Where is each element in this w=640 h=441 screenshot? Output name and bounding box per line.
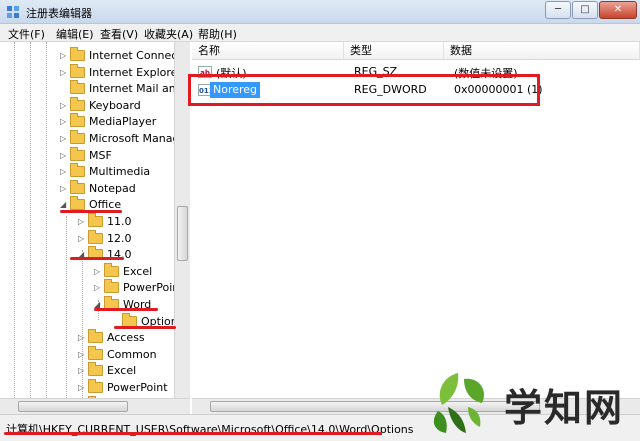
tree-item-label: Excel [123, 264, 153, 278]
tree-item-label: Internet Explorer [89, 65, 182, 79]
folder-icon [70, 196, 85, 211]
tree-item-label: Internet Mail and [89, 82, 183, 96]
tree-item-label: 11.0 [107, 215, 132, 228]
value-type: REG_DWORD [354, 83, 427, 96]
expand-arrow-icon[interactable]: ▷ [78, 366, 86, 375]
tree-item-label: Word [123, 298, 152, 311]
tree-item-label: 14.0 [107, 248, 132, 262]
expand-arrow-icon[interactable]: ▷ [60, 151, 68, 160]
folder-icon [88, 345, 103, 360]
tree-scroll-thumb[interactable] [177, 206, 188, 261]
maximize-button[interactable]: □ [572, 1, 598, 19]
folder-icon [88, 329, 103, 344]
folder-icon [70, 113, 85, 128]
value-row[interactable]: ab (默认) REG_SZ (数值未设置) [192, 63, 640, 81]
close-button[interactable]: ✕ [599, 1, 637, 19]
folder-icon [70, 47, 85, 61]
menu-favorites[interactable]: 收藏夹(A) [144, 26, 193, 42]
folder-icon [104, 296, 119, 310]
folder-icon [88, 379, 103, 393]
value-row[interactable]: 011 Norereg REG_DWORD 0x00000001 (1) [192, 81, 640, 99]
column-header-data[interactable]: 数据 [444, 42, 640, 60]
expand-arrow-icon[interactable]: ▷ [60, 51, 68, 60]
tree-item-label: MSF [89, 148, 112, 162]
menu-help[interactable]: 帮助(H) [198, 26, 237, 42]
folder-icon [70, 146, 85, 161]
expand-arrow-icon[interactable]: ▷ [60, 167, 68, 176]
column-header-type[interactable]: 类型 [344, 42, 444, 60]
tree-item-label: Keyboard [89, 98, 141, 112]
leaf-logo-icon [433, 373, 484, 433]
string-value-icon: ab [198, 66, 212, 78]
value-data: (数值未设置) [454, 67, 518, 80]
tree-item-label: Access [107, 331, 145, 345]
menu-edit[interactable]: 编辑(E) [56, 26, 94, 42]
tree-item-label: Office [89, 198, 122, 212]
folder-icon [70, 96, 85, 111]
registry-tree[interactable]: ▷ Internet Connectio ▷ Internet Explorer Int… [0, 42, 190, 414]
expand-arrow-icon[interactable]: ▷ [94, 283, 102, 292]
tree-item-label: Microsoft Manag [89, 132, 180, 145]
tree-horizontal-scrollbar[interactable] [0, 398, 190, 414]
folder-icon [104, 279, 119, 294]
expand-arrow-icon[interactable]: ▷ [60, 184, 68, 193]
menu-file[interactable]: 文件(F) [8, 26, 45, 42]
value-data: 0x00000001 (1) [454, 83, 543, 96]
tree-guide [46, 42, 47, 398]
menu-view[interactable]: 查看(V) [100, 26, 138, 42]
tree-item-label: Multimedia [89, 165, 151, 179]
folder-icon [88, 213, 103, 227]
tree-guide [14, 42, 15, 398]
folder-icon [104, 262, 119, 277]
value-type: REG_SZ [354, 65, 398, 78]
tree-guide [66, 216, 67, 398]
watermark: 学知网 [420, 365, 640, 437]
tree-item-label: Excel [107, 364, 137, 378]
folder-icon [88, 229, 103, 244]
folder-icon [70, 63, 85, 78]
menu-bar: 文件(F) 编辑(E) 查看(V) 收藏夹(A) 帮助(H) [0, 24, 640, 42]
expand-arrow-icon[interactable]: ▷ [78, 383, 86, 392]
folder-icon [70, 130, 85, 144]
tree-vertical-scrollbar[interactable] [174, 42, 190, 398]
window-title: 注册表编辑器 [26, 7, 92, 20]
title-bar: 注册表编辑器 ─ □ ✕ [0, 0, 640, 24]
expand-arrow-icon[interactable]: ▷ [78, 217, 86, 226]
folder-icon [88, 246, 103, 261]
expand-arrow-icon[interactable]: ▷ [78, 234, 86, 243]
collapse-arrow-icon[interactable]: ◢ [78, 250, 86, 259]
tree-item-label: PowerPoint [107, 381, 168, 394]
folder-icon [88, 362, 103, 377]
folder-icon [70, 163, 85, 178]
collapse-arrow-icon[interactable]: ◢ [94, 300, 102, 309]
tree-item-label: MediaPlayer [89, 115, 157, 129]
values-list[interactable]: 名称 类型 数据 ab (默认) REG_SZ (数值未设置) 011 Nore… [192, 42, 640, 398]
tree-item-label: 12.0 [107, 231, 132, 245]
tree-item-label: Common [107, 347, 157, 361]
value-name-selected[interactable]: Norereg [210, 82, 261, 98]
value-name: (默认) [216, 67, 247, 80]
tree-guide [82, 250, 83, 398]
collapse-arrow-icon[interactable]: ◢ [60, 200, 68, 209]
expand-arrow-icon[interactable]: ▷ [94, 267, 102, 276]
expand-arrow-icon[interactable]: ▷ [60, 101, 68, 110]
folder-icon [70, 179, 85, 194]
minimize-button[interactable]: ─ [545, 1, 571, 19]
expand-arrow-icon[interactable]: ▷ [78, 333, 86, 342]
folder-icon [122, 312, 137, 327]
column-header-name[interactable]: 名称 [192, 42, 344, 60]
status-path: 计算机\HKEY_CURRENT_USER\Software\Microsoft… [6, 423, 414, 436]
tree-item-label: Notepad [89, 181, 136, 195]
expand-arrow-icon[interactable]: ▷ [60, 117, 68, 126]
tree-hscroll-thumb[interactable] [18, 401, 128, 412]
tree-guide [30, 42, 31, 398]
expand-arrow-icon[interactable]: ▷ [60, 134, 68, 143]
expand-arrow-icon[interactable]: ▷ [60, 68, 68, 77]
folder-icon [70, 80, 85, 95]
expand-arrow-icon[interactable]: ▷ [78, 350, 86, 359]
watermark-text: 学知网 [504, 385, 625, 430]
registry-editor-icon [7, 6, 19, 18]
